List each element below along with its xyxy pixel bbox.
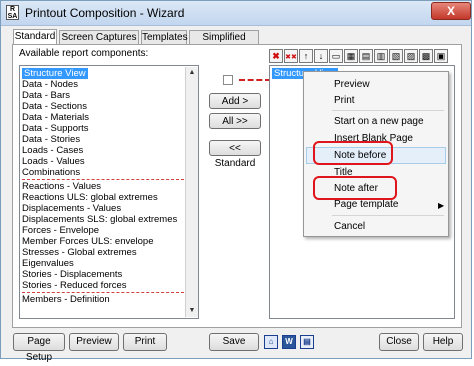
add-all-button[interactable]: All >> — [209, 113, 261, 129]
list-item[interactable]: Data - Supports — [22, 123, 89, 134]
list-item[interactable]: Reactions ULS: global extremes — [22, 192, 158, 203]
highlight-callout-note-before — [313, 141, 393, 165]
standard-button[interactable]: << Standard — [209, 140, 261, 169]
menu-divider — [332, 215, 444, 216]
settings-icon[interactable]: ▣ — [434, 49, 448, 63]
tab-standard[interactable]: Standard — [13, 29, 57, 45]
list-item[interactable]: Stories - Reduced forces — [22, 280, 127, 291]
group-separator — [22, 179, 184, 180]
list-item[interactable]: Data - Materials — [22, 112, 89, 123]
list-item[interactable]: Loads - Values — [22, 156, 85, 167]
export-html-icon[interactable]: ⌂ — [264, 335, 278, 349]
list-item[interactable]: Data - Stories — [22, 134, 80, 145]
menu-divider — [332, 110, 444, 111]
scroll-up-icon[interactable]: ▲ — [186, 67, 198, 79]
page-break-icon[interactable]: ▥ — [374, 49, 388, 63]
list-item[interactable]: Data - Sections — [22, 101, 87, 112]
move-down-icon[interactable]: ↓ — [314, 49, 328, 63]
list-item[interactable]: Data - Nodes — [22, 79, 78, 90]
list-item[interactable]: Members - Definition — [22, 294, 110, 305]
highlight-callout-note-after — [313, 176, 397, 200]
export-doc-icon[interactable]: ▤ — [300, 335, 314, 349]
menu-item-print[interactable]: Print — [334, 95, 355, 106]
list-item[interactable]: Forces - Envelope — [22, 225, 99, 236]
group-separator — [22, 292, 184, 293]
available-components-label: Available report components: — [19, 48, 149, 59]
close-button[interactable]: Close — [379, 333, 419, 351]
list-item[interactable]: Stories - Displacements — [22, 269, 122, 280]
delete-red-icon[interactable]: ✖ — [269, 49, 283, 63]
table-icon[interactable]: ▦ — [344, 49, 358, 63]
page-icon[interactable]: ▤ — [359, 49, 373, 63]
list-item[interactable]: Structure View — [22, 68, 88, 79]
add-button[interactable]: Add > — [209, 93, 261, 109]
preview-button[interactable]: Preview — [69, 333, 119, 351]
window-title: Printout Composition - Wizard — [25, 6, 185, 20]
note-icon[interactable]: ▧ — [389, 49, 403, 63]
list-item[interactable]: Displacements SLS: global extremes — [22, 214, 177, 225]
scroll-down-icon[interactable]: ▼ — [186, 305, 198, 317]
delete-all-icon[interactable]: ✖✖ — [284, 49, 298, 63]
separator-line-icon — [239, 79, 271, 81]
list-item[interactable]: Data - Bars — [22, 90, 70, 101]
screen-capture-icon[interactable]: ▭ — [329, 49, 343, 63]
menu-item-page-template[interactable]: Page template — [334, 199, 399, 210]
menu-item-start-new-page[interactable]: Start on a new page — [334, 116, 424, 127]
close-window-button[interactable]: X — [431, 2, 471, 20]
tab-screen-captures[interactable]: Screen Captures — [59, 30, 139, 44]
list-item[interactable]: Stresses - Global extremes — [22, 247, 137, 258]
app-icon: R SA — [6, 5, 19, 20]
list-item[interactable]: Reactions - Values — [22, 181, 101, 192]
properties-icon[interactable]: ▩ — [419, 49, 433, 63]
list-item[interactable]: Member Forces ULS: envelope — [22, 236, 153, 247]
tab-simplified-printout[interactable]: Simplified printout — [189, 30, 259, 56]
save-button[interactable]: Save — [209, 333, 259, 351]
available-components-list[interactable]: Structure View Data - Nodes Data - Bars … — [19, 65, 199, 319]
separator-checkbox[interactable] — [223, 75, 233, 85]
help-button[interactable]: Help — [423, 333, 463, 351]
page-setup-button[interactable]: Page Setup — [13, 333, 65, 363]
menu-item-cancel[interactable]: Cancel — [334, 221, 365, 232]
template-icon[interactable]: ▨ — [404, 49, 418, 63]
wizard-window: R SA Printout Composition - Wizard X Stan… — [0, 0, 472, 363]
submenu-arrow-icon: ▶ — [438, 201, 445, 210]
export-word-icon[interactable]: W — [282, 335, 296, 349]
tab-templates[interactable]: Templates — [141, 30, 188, 44]
print-button[interactable]: Print — [123, 333, 167, 351]
list-item[interactable]: Eigenvalues — [22, 258, 74, 269]
list-item[interactable]: Loads - Cases — [22, 145, 83, 156]
move-up-icon[interactable]: ↑ — [299, 49, 313, 63]
menu-item-preview[interactable]: Preview — [334, 79, 370, 90]
available-list-scrollbar[interactable]: ▲ ▼ — [185, 67, 198, 317]
list-item[interactable]: Displacements - Values — [22, 203, 121, 214]
list-item[interactable]: Combinations — [22, 167, 80, 178]
title-bar: R SA Printout Composition - Wizard X — [1, 1, 471, 26]
